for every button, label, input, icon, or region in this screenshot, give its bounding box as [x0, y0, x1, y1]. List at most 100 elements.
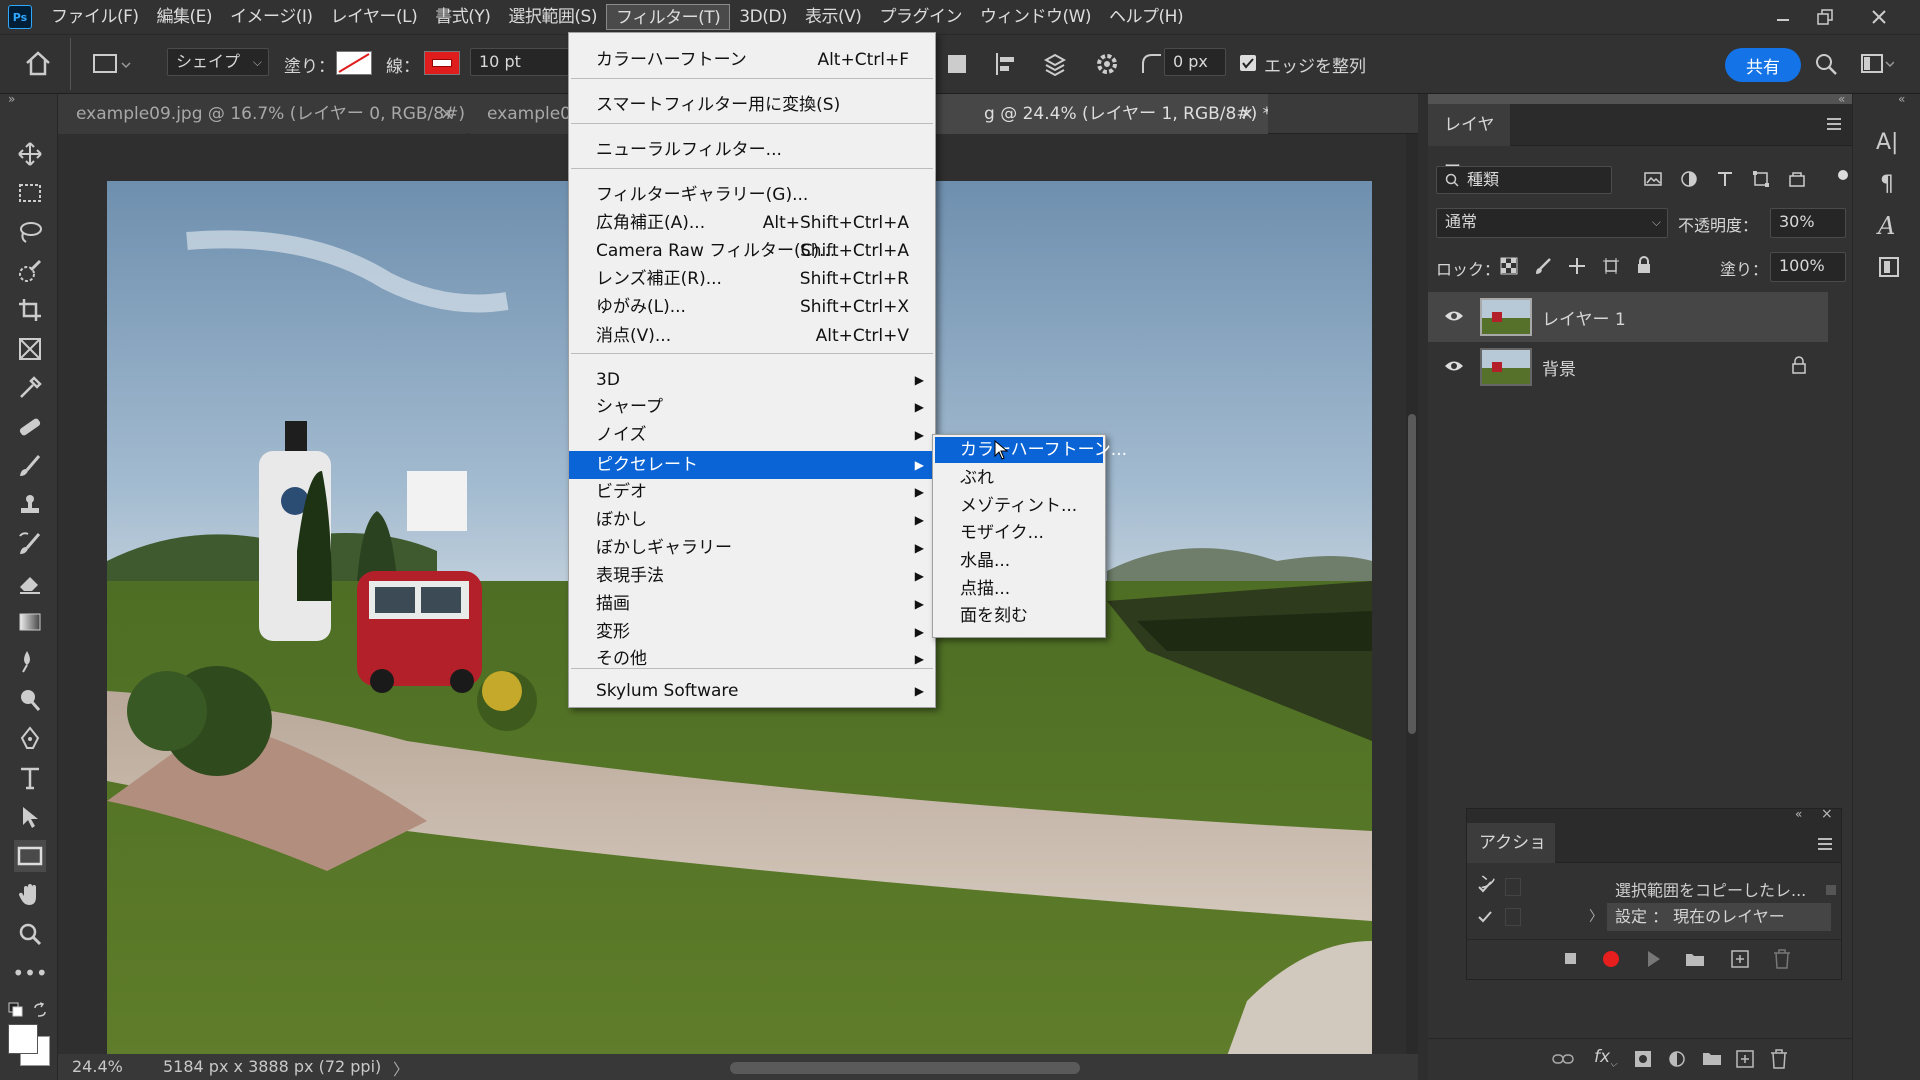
- paragraph-panel-icon[interactable]: ¶: [1880, 172, 1894, 197]
- gear-icon[interactable]: [1094, 51, 1120, 77]
- menu-item-blur-gallery[interactable]: ぼかしギャラリー ▶: [569, 535, 935, 561]
- crop-tool-icon[interactable]: [14, 294, 46, 326]
- add-mask-icon[interactable]: [1634, 1050, 1652, 1068]
- lock-all-icon[interactable]: [1636, 256, 1652, 274]
- submenu-item-mosaic[interactable]: モザイク...: [933, 520, 1105, 546]
- action-row[interactable]: 〉 設定 ： 現在のレイヤー: [1467, 903, 1837, 933]
- history-brush-tool-icon[interactable]: [14, 528, 46, 560]
- menu-item-adaptive-wide-angle[interactable]: 広角補正(A)... Alt+Shift+Ctrl+A: [569, 210, 935, 236]
- filter-shape-icon[interactable]: [1752, 170, 1770, 188]
- layer-style-icon[interactable]: fx⌵: [1594, 1047, 1617, 1069]
- more-tools-icon[interactable]: •••: [12, 957, 47, 989]
- dialog-toggle[interactable]: [1505, 878, 1521, 896]
- character-panel-icon[interactable]: A|: [1876, 130, 1898, 155]
- menu-file[interactable]: ファイル(F): [42, 4, 148, 30]
- action-row[interactable]: 選択範囲をコピーしたレ...: [1467, 873, 1837, 903]
- layer-row[interactable]: 背景: [1428, 342, 1828, 392]
- menu-item-distort[interactable]: 変形 ▶: [569, 619, 935, 645]
- blend-mode-select[interactable]: 通常 ⌵: [1436, 208, 1668, 238]
- menu-view[interactable]: 表示(V): [796, 4, 870, 30]
- close-icon[interactable]: ×: [1240, 94, 1254, 134]
- menu-plugins[interactable]: プラグイン: [870, 4, 971, 30]
- check-icon[interactable]: [1477, 879, 1493, 895]
- brush-tool-icon[interactable]: [14, 450, 46, 482]
- frame-tool-icon[interactable]: [14, 333, 46, 365]
- play-icon[interactable]: [1647, 950, 1661, 968]
- vertical-scrollbar[interactable]: [1406, 134, 1418, 1054]
- submenu-item-fragment[interactable]: ぶれ: [933, 465, 1105, 491]
- layers-tab[interactable]: レイヤー: [1428, 104, 1510, 177]
- submenu-item-color-halftone[interactable]: カラーハーフトーン...: [935, 437, 1127, 463]
- panel-menu-icon[interactable]: [1817, 837, 1833, 851]
- new-action-icon[interactable]: [1731, 950, 1749, 968]
- menu-item-filter-gallery[interactable]: フィルターギャラリー(G)...: [569, 182, 935, 208]
- chevron-right-icon[interactable]: 〉: [1589, 906, 1603, 926]
- hand-tool-icon[interactable]: [14, 879, 46, 911]
- zoom-level[interactable]: 24.4%: [72, 1057, 123, 1076]
- eye-icon[interactable]: [1444, 309, 1464, 323]
- menu-item-pixelate[interactable]: ピクセレート ▶: [569, 451, 935, 479]
- menu-help[interactable]: ヘルプ(H): [1100, 4, 1192, 30]
- share-button[interactable]: 共有: [1725, 48, 1801, 82]
- adjustment-layer-icon[interactable]: [1668, 1050, 1686, 1068]
- path-alignment-icon[interactable]: [994, 51, 1018, 77]
- menu-item-neural-filters[interactable]: ニューラルフィルター...: [569, 137, 935, 163]
- layer-row[interactable]: レイヤー 1: [1428, 292, 1828, 342]
- filter-toggle[interactable]: [1838, 170, 1848, 180]
- trash-icon[interactable]: [1770, 1049, 1788, 1069]
- check-icon[interactable]: [1477, 909, 1493, 925]
- dodge-tool-icon[interactable]: [14, 684, 46, 716]
- menu-item-sharpen[interactable]: シャープ ▶: [569, 394, 935, 420]
- filter-type-icon[interactable]: [1716, 170, 1734, 188]
- scroll-thumb[interactable]: [1408, 414, 1416, 734]
- layer-name[interactable]: 背景: [1542, 355, 1576, 380]
- stroke-width-field[interactable]: 10 pt: [470, 48, 570, 76]
- submenu-item-pointillize[interactable]: 点描...: [933, 576, 1105, 602]
- home-icon[interactable]: [24, 50, 52, 76]
- submenu-item-facet[interactable]: 面を刻む: [933, 603, 1105, 629]
- close-icon[interactable]: ×: [440, 94, 454, 134]
- fill-field[interactable]: 100%: [1770, 252, 1846, 282]
- minimize-button[interactable]: [1766, 3, 1800, 31]
- panel-menu-icon[interactable]: [1826, 116, 1842, 132]
- menu-filter[interactable]: フィルター(T): [605, 4, 731, 30]
- healing-brush-tool-icon[interactable]: [14, 411, 46, 443]
- actions-tab[interactable]: アクション: [1467, 823, 1555, 893]
- path-operations-icon[interactable]: [946, 53, 968, 75]
- expand-toolbar-icon[interactable]: »: [8, 92, 15, 106]
- filter-pixel-icon[interactable]: [1644, 170, 1662, 188]
- tab-example09[interactable]: example09.jpg @ 16.7% (レイヤー 0, RGB/8#) *…: [58, 94, 468, 134]
- layer-name[interactable]: レイヤー 1: [1542, 305, 1626, 330]
- menu-item-video[interactable]: ビデオ ▶: [569, 479, 935, 505]
- lock-position-icon[interactable]: [1568, 257, 1586, 275]
- menu-window[interactable]: ウィンドウ(W): [971, 4, 1100, 30]
- collapse-icon[interactable]: «: [1795, 807, 1802, 821]
- layer-filter-select[interactable]: 種類: [1436, 166, 1612, 194]
- horizontal-scroll-thumb[interactable]: [730, 1062, 1080, 1074]
- menu-item-liquify[interactable]: ゆがみ(L)... Shift+Ctrl+X: [569, 294, 935, 320]
- clone-stamp-tool-icon[interactable]: [14, 489, 46, 521]
- eraser-tool-icon[interactable]: [14, 567, 46, 599]
- menu-image[interactable]: イメージ(I): [221, 4, 321, 30]
- opacity-field[interactable]: 30%: [1770, 208, 1846, 238]
- menu-item-render[interactable]: 描画 ▶: [569, 591, 935, 617]
- properties-panel-icon[interactable]: [1878, 256, 1900, 278]
- corner-radius-field[interactable]: 0 px: [1164, 48, 1226, 76]
- path-arrangement-icon[interactable]: [1042, 51, 1068, 77]
- fill-swatch[interactable]: [336, 51, 372, 75]
- rectangle-tool-preset-icon[interactable]: [92, 52, 132, 76]
- collapse-panels-icon[interactable]: «: [1898, 92, 1905, 106]
- stroke-swatch[interactable]: [424, 51, 460, 75]
- close-window-button[interactable]: [1862, 3, 1896, 31]
- dialog-toggle[interactable]: [1505, 908, 1521, 926]
- close-icon[interactable]: ×: [1821, 806, 1833, 822]
- default-colors-icon[interactable]: [8, 1002, 24, 1018]
- menu-item-camera-raw[interactable]: Camera Raw フィルター(C)... Shift+Ctrl+A: [569, 238, 935, 264]
- submenu-item-mezzotint[interactable]: メゾティント...: [933, 493, 1105, 519]
- filter-smart-object-icon[interactable]: [1788, 170, 1806, 188]
- menu-edit[interactable]: 編集(E): [148, 4, 222, 30]
- restore-button[interactable]: [1808, 3, 1842, 31]
- record-icon[interactable]: [1603, 951, 1619, 967]
- lock-artboard-icon[interactable]: [1602, 257, 1620, 275]
- tab-active-document[interactable]: g @ 24.4% (レイヤー 1, RGB/8#) * ×: [928, 94, 1268, 134]
